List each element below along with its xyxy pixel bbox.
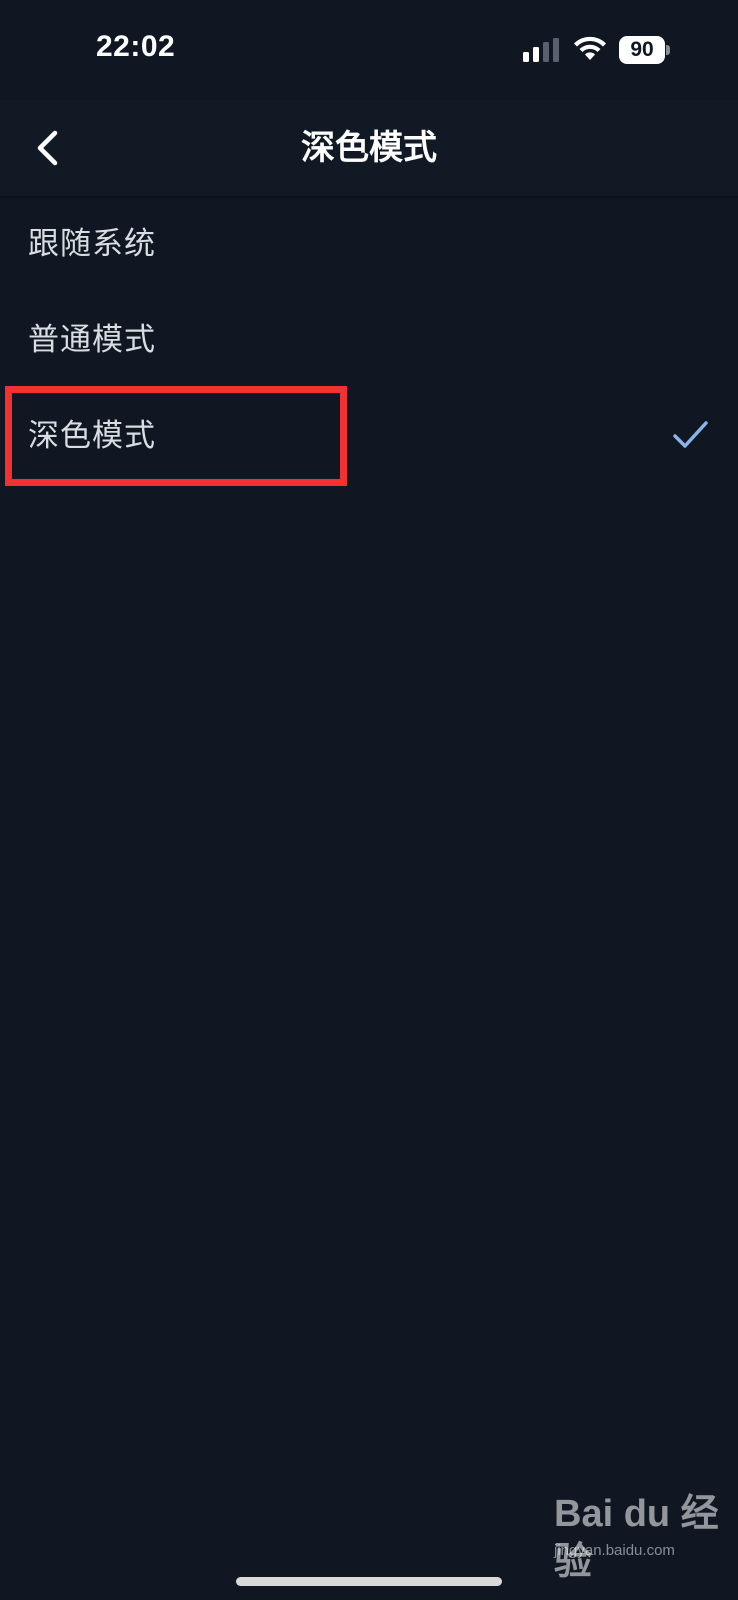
option-dark-mode[interactable]: 深色模式 (0, 388, 738, 484)
watermark-logo: Bai du 经验 (554, 1493, 719, 1583)
home-indicator[interactable] (236, 1577, 502, 1586)
page-title: 深色模式 (301, 128, 437, 168)
option-label: 跟随系统 (28, 226, 156, 262)
wifi-icon (574, 36, 606, 60)
signal-icon (523, 38, 559, 62)
options-list: 跟随系统 普通模式 深色模式 (0, 196, 738, 484)
watermark-url: jingyan.baidu.com (554, 1542, 675, 1559)
check-icon (673, 421, 708, 448)
option-label: 普通模式 (28, 322, 156, 358)
status-bar: 22:02 90 (0, 0, 738, 100)
option-follow-system[interactable]: 跟随系统 (0, 196, 738, 292)
back-button[interactable] (18, 118, 78, 178)
status-time: 22:02 (96, 30, 176, 63)
option-normal-mode[interactable]: 普通模式 (0, 292, 738, 388)
option-label: 深色模式 (28, 418, 156, 454)
nav-bar: 深色模式 (0, 100, 738, 196)
watermark: Bai du 经验 jingyan.baidu.com (554, 1490, 734, 1583)
chevron-left-icon (37, 130, 58, 166)
battery-level: 90 (630, 38, 654, 61)
battery-icon: 90 (619, 36, 671, 64)
